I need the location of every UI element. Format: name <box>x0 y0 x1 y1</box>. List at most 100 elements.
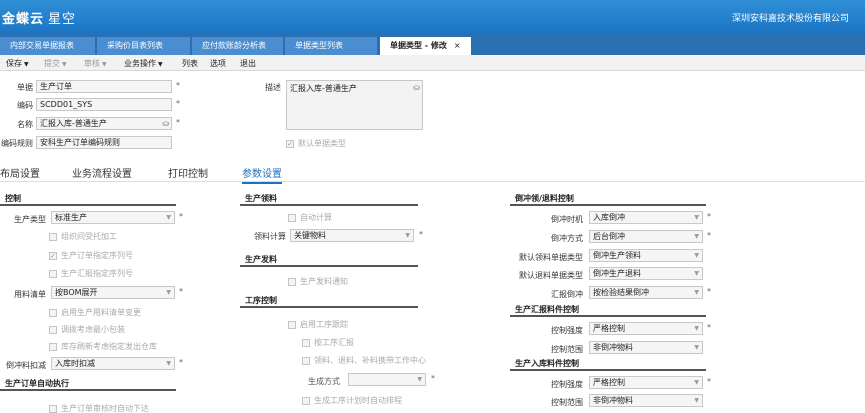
default-type-checkbox[interactable]: ✓ 默认单据类型 <box>286 138 346 149</box>
deduct-label: 倒冲料扣减 <box>6 361 46 370</box>
chevron-down-icon: ▼ <box>694 379 699 386</box>
bom-label: 用料清单 <box>14 290 46 299</box>
options-button[interactable]: 选项 <box>210 58 226 69</box>
ctrl-strength-label: 控制强度 <box>551 326 583 335</box>
tab-workflow-settings[interactable]: 业务流程设置 <box>72 165 132 180</box>
submit-button[interactable]: 提交 ▼ <box>44 58 67 69</box>
prod-type-select[interactable]: 标准生产 ▼ <box>51 211 175 224</box>
multilang-icon[interactable]: ⛀ <box>162 118 169 129</box>
ctrl-range-select[interactable]: 非倒冲物料 ▼ <box>589 341 703 354</box>
ctrl-strength2-label: 控制强度 <box>551 380 583 389</box>
select-value: 按BOM展开 <box>55 288 98 297</box>
required-mark: * <box>179 358 183 367</box>
process-material-checkbox[interactable]: 领料、退料、补料携带工作中心 <box>302 355 426 366</box>
ctrl-range2-select[interactable]: 非倒冲物料 ▼ <box>589 394 703 407</box>
auto-calc-checkbox[interactable]: 自动计算 <box>288 212 332 223</box>
parameter-panel: 控制 生产类型 标准生产 ▼ * 组织间受托加工 ✓ 生产订单指定序列号 生产汇报指… <box>0 183 865 413</box>
name-field[interactable]: 汇报入库-普通生产 ⛀ <box>36 117 172 130</box>
select-value: 关键物料 <box>294 231 326 240</box>
checkbox-label: 默认单据类型 <box>298 139 346 148</box>
gen-plan-checkbox[interactable]: 生成工序计划时自动排程 <box>302 395 402 406</box>
checkbox-label: 按工序汇报 <box>314 338 354 347</box>
required-mark: * <box>707 231 711 240</box>
select-value: 倒冲生产领料 <box>593 251 641 260</box>
name-label: 名称 <box>17 120 33 129</box>
list-button[interactable]: 列表 <box>182 58 198 69</box>
ctrl-range-label: 控制范围 <box>551 345 583 354</box>
ctrl-strength2-select[interactable]: 严格控制 ▼ <box>589 376 703 389</box>
header-form: 单据 生产订单 * 编码 SCDD01_SYS * 名称 汇报入库-普通生产 ⛀ … <box>0 71 865 161</box>
audit-button[interactable]: 审核 ▼ <box>84 58 107 69</box>
auto-issue-checkbox[interactable]: 生产订单审核时自动下达 <box>49 403 149 413</box>
section-process: 工序控制 <box>240 294 418 308</box>
gen-select[interactable]: ▼ <box>348 373 426 386</box>
pick-type-select[interactable]: 倒冲生产领料 ▼ <box>589 249 703 262</box>
tab-parameter-settings[interactable]: 参数设置 <box>242 165 282 184</box>
order-seq-checkbox[interactable]: ✓ 生产订单指定序列号 <box>49 250 133 261</box>
checkbox-label: 生产订单指定序列号 <box>61 251 133 260</box>
tab-layout-settings[interactable]: 布局设置 <box>0 165 40 180</box>
bom-select[interactable]: 按BOM展开 ▼ <box>51 286 175 299</box>
ctrl-strength-select[interactable]: 严格控制 ▼ <box>589 322 703 335</box>
section-control: 控制 <box>0 192 176 206</box>
checkbox-label: 生产发料通知 <box>300 277 348 286</box>
document-field[interactable]: 生产订单 <box>36 80 172 93</box>
bf-mode-select[interactable]: 后台倒冲 ▼ <box>589 230 703 243</box>
chevron-down-icon: ▼ <box>694 214 699 221</box>
required-mark: * <box>419 230 423 239</box>
checkbox-icon <box>302 338 310 347</box>
tab-label: 单据类型 - 修改 <box>390 41 447 50</box>
report-bf-select[interactable]: 按检验结果倒冲 ▼ <box>589 286 703 299</box>
save-button[interactable]: 保存 ▼ <box>6 58 29 69</box>
refresh-warehouse-checkbox[interactable]: 库存刷新考虑指定发出仓库 <box>49 341 157 352</box>
bf-time-select[interactable]: 入库倒冲 ▼ <box>589 211 703 224</box>
chevron-down-icon: ▼ <box>417 376 422 383</box>
chevron-down-icon: ▼ <box>24 61 29 68</box>
audit-label: 审核 <box>84 59 100 68</box>
issue-notice-checkbox[interactable]: 生产发料通知 <box>288 276 348 287</box>
chevron-down-icon: ▼ <box>694 252 699 259</box>
deduct-select[interactable]: 入库时扣减 ▼ <box>51 357 175 370</box>
rule-field[interactable]: 安科生产订单编码规则 <box>36 136 172 149</box>
code-field[interactable]: SCDD01_SYS <box>36 98 172 111</box>
tab-payable-aging[interactable]: 应付款账龄分析表 <box>192 37 284 55</box>
checkbox-label: 调拨考虑最小包装 <box>61 325 125 334</box>
bf-time-label: 倒冲时机 <box>551 215 583 224</box>
checkbox-label: 生成工序计划时自动排程 <box>314 396 402 405</box>
tab-label: 单据类型列表 <box>295 41 343 50</box>
document-tabs: 内部交易单据报表 采购价目表列表 应付款账龄分析表 单据类型列表 单据类型 - … <box>0 33 865 55</box>
chevron-down-icon: ▼ <box>166 289 171 296</box>
multilang-icon[interactable]: ⛀ <box>413 83 420 92</box>
close-icon[interactable]: × <box>454 41 461 50</box>
app-logo: 金蝶云 星空 <box>2 8 76 27</box>
return-type-select[interactable]: 倒冲生产退料 ▼ <box>589 267 703 280</box>
desc-field[interactable]: 汇报入库-普通生产 ⛀ <box>286 80 423 130</box>
process-report-checkbox[interactable]: 按工序汇报 <box>302 337 354 348</box>
min-pack-checkbox[interactable]: 调拨考虑最小包装 <box>49 324 125 335</box>
select-value: 非倒冲物料 <box>593 396 633 405</box>
checkbox-icon <box>49 342 57 351</box>
exit-button[interactable]: 退出 <box>240 58 256 69</box>
outsource-checkbox[interactable]: 组织间受托加工 <box>49 231 117 242</box>
tab-doc-type-list[interactable]: 单据类型列表 <box>285 37 378 55</box>
tab-internal-trade[interactable]: 内部交易单据报表 <box>0 37 96 55</box>
checkbox-label: 生产汇报指定序列号 <box>61 269 133 278</box>
report-seq-checkbox[interactable]: 生产汇报指定序列号 <box>49 268 133 279</box>
required-mark: * <box>179 287 183 296</box>
tab-purchase-price[interactable]: 采购价目表列表 <box>97 37 191 55</box>
process-track-checkbox[interactable]: 启用工序跟踪 <box>288 319 348 330</box>
tab-print-control[interactable]: 打印控制 <box>168 165 208 180</box>
bom-change-checkbox[interactable]: 启用生产用料清单变更 <box>49 307 141 318</box>
checkmark-icon: ✓ <box>49 251 57 260</box>
logo-sub: 星空 <box>48 12 77 27</box>
required-mark: * <box>179 212 183 221</box>
bf-mode-label: 倒冲方式 <box>551 234 583 243</box>
business-ops-button[interactable]: 业务操作 ▼ <box>124 58 163 69</box>
prod-type-label: 生产类型 <box>14 215 46 224</box>
calc-select[interactable]: 关键物料 ▼ <box>290 229 414 242</box>
tab-label: 应付款账龄分析表 <box>202 41 266 50</box>
required-mark: * <box>176 81 180 90</box>
checkbox-icon <box>288 277 296 286</box>
company-name[interactable]: 深圳安科嘉技术股份有限公司 <box>732 11 849 24</box>
tab-doc-type-edit[interactable]: 单据类型 - 修改 × <box>380 37 472 55</box>
